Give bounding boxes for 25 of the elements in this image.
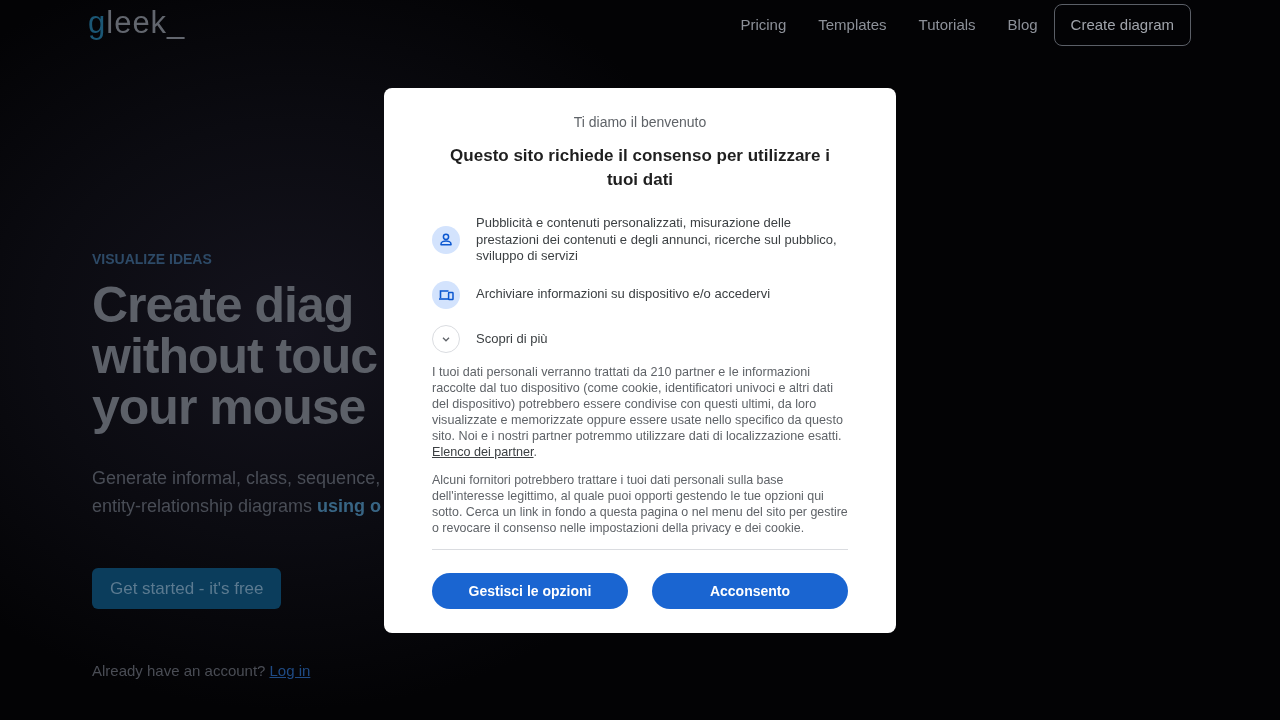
- hero-headline: Create diag: [92, 280, 354, 331]
- hero-subtitle: entity-relationship diagrams using o: [92, 495, 382, 518]
- nav-link[interactable]: Templates: [818, 15, 887, 35]
- dialog-title: Questo sito richiede il consenso per utilizzare i tuoi dati: [449, 145, 831, 191]
- devices-icon: [432, 280, 460, 309]
- dialog-button[interactable]: Gestisci le opzioni: [432, 572, 628, 609]
- dialog-greeting: Ti diamo il benvenuto: [572, 113, 708, 131]
- login-prompt: Already have an account?: [92, 661, 266, 681]
- logo[interactable]: gleek_: [88, 5, 186, 41]
- nav-link[interactable]: Tutorials: [918, 15, 976, 35]
- eyebrow-label: VISUALIZE IDEAS: [92, 250, 212, 268]
- hero-headline: without touc: [92, 331, 378, 382]
- purpose-text: Pubblicità e contenuti personalizzati, misurazione delle prestazioni dei contenuti e degli annunci, ricerche sul pubblico, sviluppo di servizi: [476, 215, 838, 265]
- create-diagram-button[interactable]: Create diagram: [1053, 3, 1191, 46]
- person-icon: [432, 225, 460, 254]
- notice-text: I tuoi dati personali verranno trattati da 210 partner e le informazioni raccolte dal tuo dispositivo (come cookie, identificatori univoci e altri dati del dispositivo) potrebbero essere condivise con questi ultimi, da loro visualizzate e memorizzate oppure essere usate nello specifico da questo sito. Noi e i nostri partner potremmo utilizzare dati di localizzazione esatti. Elenco dei partner.: [432, 363, 844, 460]
- nav-link[interactable]: Blog: [1007, 15, 1038, 35]
- hero-subtitle: Generate informal, class, sequence,: [92, 467, 381, 490]
- purpose-text: Archiviare informazioni su dispositivo e/o accedervi: [476, 286, 771, 303]
- partner-list-link[interactable]: Elenco dei partner: [432, 444, 534, 459]
- nav-link[interactable]: Pricing: [740, 15, 787, 35]
- learn-more-toggle[interactable]: Scopri di più: [432, 324, 548, 353]
- hero-headline: your mouse: [92, 382, 366, 433]
- notice-text: Alcuni fornitori potrebbero trattare i tuoi dati personali sulla base dell'interesse legittimo, al quale puoi opporti gestendo le tue opzioni qui sotto. Cerca un link in fondo a questa pagina o nel menu del sito per gestire o revocare il consenso nelle impostazioni della privacy e dei cookie.: [432, 471, 848, 536]
- dialog-button[interactable]: Acconsento: [652, 572, 848, 609]
